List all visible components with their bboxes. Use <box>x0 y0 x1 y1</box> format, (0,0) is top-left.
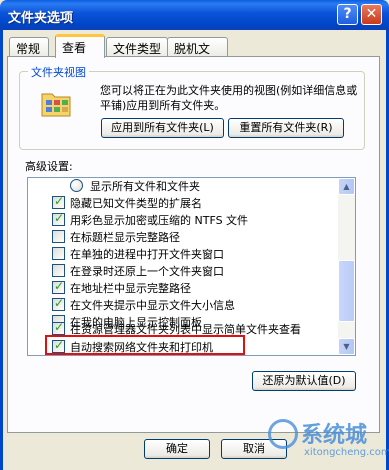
apply-to-all-folders-button[interactable]: 应用到所有文件夹(L) <box>101 118 224 138</box>
advanced-settings-label: 高级设置: <box>25 160 73 173</box>
option-label: 显示所有文件和文件夹 <box>90 180 200 193</box>
checkbox[interactable] <box>52 279 65 294</box>
title-bar[interactable]: 文件夹选项 ? ✕ <box>0 0 389 30</box>
watermark-text: 系统城 <box>301 423 368 448</box>
checkbox[interactable] <box>52 320 65 335</box>
help-button[interactable]: ? <box>337 4 358 25</box>
option-label: 在文件夹提示中显示文件大小信息 <box>70 299 235 312</box>
option-label: 在登录时还原上一个文件夹窗口 <box>70 265 224 278</box>
folder-view-icon <box>41 93 71 117</box>
close-button[interactable]: ✕ <box>361 4 382 25</box>
folder-views-description: 您可以将正在为此文件夹使用的视图(例如详细信息或平铺)应用到所有文件夹。 <box>100 84 358 112</box>
option-label: 在地址栏中显示完整路径 <box>70 282 191 295</box>
checkbox[interactable] <box>52 194 65 209</box>
ok-button[interactable]: 确定 <box>144 439 210 459</box>
watermark-logo <box>268 419 298 449</box>
checkbox[interactable] <box>52 247 65 260</box>
scroll-up-icon[interactable]: ▲ <box>338 178 355 195</box>
highlight-box <box>45 335 245 355</box>
option-label: 在标题栏显示完整路径 <box>70 231 180 244</box>
watermark-url: xitongcheng.com <box>304 447 389 458</box>
checkbox[interactable] <box>52 230 65 243</box>
option-label: 用彩色显示加密或压缩的 NTFS 文件 <box>70 214 249 227</box>
tab-offline-files[interactable]: 脱机文件 <box>167 37 228 73</box>
window-title: 文件夹选项 <box>8 11 74 26</box>
reset-all-folders-button[interactable]: 重置所有文件夹(R) <box>228 118 344 138</box>
tab-general[interactable]: 常规 <box>9 37 49 57</box>
folder-views-title: 文件夹视图 <box>28 64 89 80</box>
scroll-thumb[interactable] <box>338 260 355 322</box>
checkbox[interactable] <box>52 211 65 226</box>
radio-button[interactable] <box>70 179 83 192</box>
vertical-scrollbar[interactable]: ▲ ▼ <box>338 178 355 355</box>
option-label: 在单独的进程中打开文件夹窗口 <box>70 248 224 261</box>
restore-defaults-button[interactable]: 还原为默认值(D) <box>252 371 356 391</box>
scroll-down-icon[interactable]: ▼ <box>338 338 355 355</box>
checkbox[interactable] <box>52 264 65 277</box>
tab-file-types[interactable]: 文件类型 <box>106 37 168 57</box>
checkbox[interactable] <box>52 296 65 311</box>
option-label: 隐藏已知文件类型的扩展名 <box>70 197 202 210</box>
tab-view[interactable]: 查看 <box>55 34 105 58</box>
